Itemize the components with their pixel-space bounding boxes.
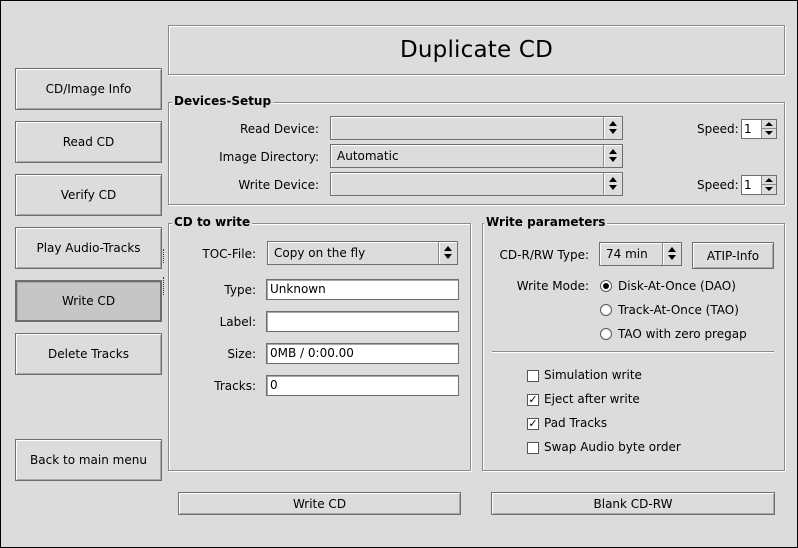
back-button-label: Back to main menu	[30, 453, 147, 467]
size-field[interactable]: 0MB / 0:00.00	[266, 343, 459, 364]
sidebar-item-play-audio-tracks[interactable]: Play Audio-Tracks	[15, 227, 162, 269]
sidebar-divider	[163, 249, 167, 263]
devices-setup-title: Devices-Setup	[172, 94, 274, 108]
separator	[492, 351, 774, 353]
spin-buttons	[761, 120, 776, 138]
sidebar-divider	[163, 277, 167, 295]
duplicate-cd-window: CD/Image Info Read CD Verify CD Play Aud…	[0, 0, 798, 548]
read-device-label: Read Device:	[239, 122, 319, 136]
checkmark-icon: ✓	[528, 393, 538, 406]
tracks-label: Tracks:	[214, 379, 256, 393]
read-speed-value: 1	[744, 122, 752, 136]
radio-tao-zero-pregap-label[interactable]: TAO with zero pregap	[618, 327, 747, 341]
spin-down-icon[interactable]	[762, 185, 776, 194]
write-cd-button[interactable]: Write CD	[178, 492, 461, 515]
cdrw-type-select[interactable]: 74 min	[599, 242, 682, 266]
cdrw-type-value: 74 min	[606, 247, 648, 261]
page-title: Duplicate CD	[168, 25, 785, 75]
read-device-select[interactable]	[330, 116, 623, 140]
blank-cdrw-button[interactable]: Blank CD-RW	[491, 492, 775, 515]
write-parameters-title: Write parameters	[484, 215, 608, 229]
write-speed-value: 1	[744, 178, 752, 192]
spin-up-icon[interactable]	[762, 120, 776, 129]
sidebar-item-label: CD/Image Info	[45, 82, 132, 96]
write-device-label: Write Device:	[238, 178, 319, 192]
checkmark-icon: ✓	[528, 417, 538, 430]
type-label: Type:	[224, 283, 256, 297]
sidebar-item-cd-image-info[interactable]: CD/Image Info	[15, 68, 162, 110]
sidebar-item-label: Delete Tracks	[48, 347, 129, 361]
toc-file-value: Copy on the fly	[274, 246, 366, 260]
blank-cdrw-button-label: Blank CD-RW	[593, 496, 673, 511]
radio-dao[interactable]	[600, 280, 612, 292]
write-speed-spinbox[interactable]: 1	[741, 175, 777, 195]
pad-tracks-checkbox[interactable]: ✓	[527, 418, 539, 430]
radio-tao-label[interactable]: Track-At-Once (TAO)	[618, 303, 739, 317]
updown-arrow-icon	[438, 242, 457, 264]
swap-audio-byte-order-label[interactable]: Swap Audio byte order	[544, 440, 681, 454]
sidebar-item-verify-cd[interactable]: Verify CD	[15, 174, 162, 216]
page-title-text: Duplicate CD	[399, 37, 554, 63]
cdrw-type-label: CD-R/RW Type:	[499, 248, 589, 262]
sidebar-item-label: Verify CD	[60, 188, 117, 202]
size-label: Size:	[227, 347, 256, 361]
sidebar-item-delete-tracks[interactable]: Delete Tracks	[15, 333, 162, 375]
sidebar-item-write-cd[interactable]: Write CD	[15, 280, 162, 322]
spin-down-icon[interactable]	[762, 129, 776, 138]
radio-tao-zero-pregap[interactable]	[600, 328, 612, 340]
write-device-select[interactable]	[330, 172, 623, 196]
label-label: Label:	[219, 315, 256, 329]
toc-file-select[interactable]: Copy on the fly	[267, 241, 458, 265]
cd-to-write-title: CD to write	[172, 215, 253, 229]
label-field[interactable]	[266, 311, 459, 332]
eject-after-write-checkbox[interactable]: ✓	[527, 394, 539, 406]
sidebar-item-label: Play Audio-Tracks	[36, 241, 141, 255]
read-speed-spinbox[interactable]: 1	[741, 119, 777, 139]
atip-info-button[interactable]: ATIP-Info	[692, 242, 774, 269]
write-cd-button-label: Write CD	[292, 496, 347, 511]
image-directory-value: Automatic	[337, 149, 399, 163]
spin-buttons	[761, 176, 776, 194]
swap-audio-byte-order-checkbox[interactable]	[527, 442, 539, 454]
simulation-write-checkbox[interactable]	[527, 370, 539, 382]
simulation-write-label[interactable]: Simulation write	[544, 368, 642, 382]
eject-after-write-label[interactable]: Eject after write	[544, 392, 640, 406]
sidebar-item-read-cd[interactable]: Read CD	[15, 121, 162, 163]
spin-up-icon[interactable]	[762, 176, 776, 185]
sidebar-item-label: Read CD	[62, 135, 115, 149]
write-speed-label: Speed:	[697, 178, 739, 192]
type-field[interactable]: Unknown	[266, 279, 459, 300]
write-mode-label: Write Mode:	[516, 279, 589, 293]
updown-arrow-icon	[603, 145, 622, 167]
updown-arrow-icon	[603, 117, 622, 139]
image-directory-label: Image Directory:	[219, 150, 319, 164]
back-to-main-menu-button[interactable]: Back to main menu	[15, 439, 162, 481]
pad-tracks-label[interactable]: Pad Tracks	[544, 416, 607, 430]
updown-arrow-icon	[603, 173, 622, 195]
updown-arrow-icon	[662, 243, 681, 265]
toc-file-label: TOC-File:	[202, 247, 256, 261]
image-directory-select[interactable]: Automatic	[330, 144, 623, 168]
tracks-field[interactable]: 0	[266, 375, 459, 396]
read-speed-label: Speed:	[697, 122, 739, 136]
radio-tao[interactable]	[600, 304, 612, 316]
radio-dao-label[interactable]: Disk-At-Once (DAO)	[618, 279, 736, 293]
sidebar-item-label: Write CD	[61, 294, 116, 308]
atip-info-label: ATIP-Info	[706, 248, 760, 263]
